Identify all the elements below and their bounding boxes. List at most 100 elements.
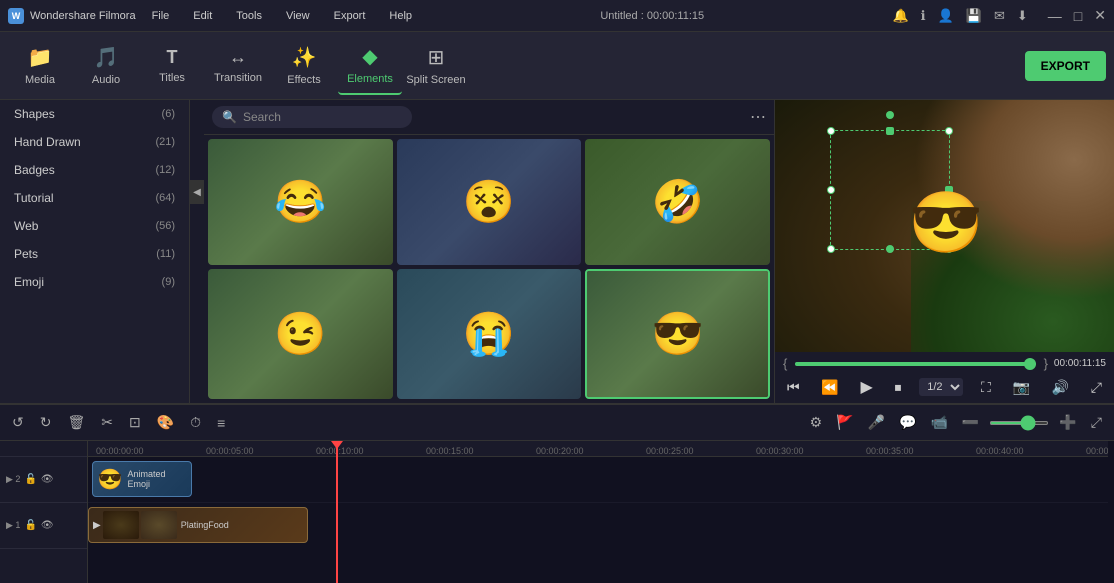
download-icon[interactable]: ⬇ (1017, 8, 1028, 24)
notification-icon[interactable]: 🔔 (892, 8, 908, 24)
menu-file[interactable]: File (152, 10, 170, 22)
sidebar-item-pets[interactable]: Pets (11) (0, 240, 189, 268)
tab-audio[interactable]: 🎵 Audio (74, 37, 138, 95)
play-button[interactable]: ▶ (856, 375, 876, 399)
emoji-1: 😂 (274, 178, 326, 227)
progress-bar[interactable] (795, 362, 1035, 366)
sidebar-item-tutorial[interactable]: Tutorial (64) (0, 184, 189, 212)
tl-mic-button[interactable]: 🎤 (864, 412, 889, 433)
track-v1-content: ▶ PlatingFood (88, 503, 1108, 549)
handle-bl[interactable] (827, 245, 835, 253)
track-v1-lock[interactable]: 🔓 (24, 520, 36, 531)
track-v2-eye[interactable]: 👁 (41, 474, 54, 485)
crop-button[interactable]: ⊡ (125, 412, 145, 433)
media-card-6[interactable]: 😎 Animated Emoji Pack Ele... (585, 269, 770, 399)
sidebar-item-web[interactable]: Web (56) (0, 212, 189, 240)
sidebar-item-shapes[interactable]: Shapes (6) (0, 100, 189, 128)
menu-edit[interactable]: Edit (193, 10, 212, 22)
menu-tools[interactable]: Tools (236, 10, 262, 22)
sidebar-badges-label: Badges (14, 163, 55, 177)
speed-select[interactable]: 1/2 1/1 2x (919, 378, 963, 396)
playhead[interactable] (336, 441, 338, 583)
time-bracket-start[interactable]: { (783, 356, 787, 371)
handle-tm[interactable] (886, 127, 894, 135)
menu-export[interactable]: Export (334, 10, 366, 22)
media-card-5[interactable]: 😭 Animated Emoji Pack Ele... (397, 269, 582, 399)
menu-help[interactable]: Help (389, 10, 412, 22)
close-button[interactable]: ✕ (1094, 7, 1106, 24)
save-icon[interactable]: 💾 (966, 8, 982, 24)
mail-icon[interactable]: ✉ (994, 8, 1005, 24)
time-bracket-end[interactable]: } (1044, 356, 1048, 371)
sidebar-pets-count: (11) (156, 248, 175, 260)
menu-view[interactable]: View (286, 10, 310, 22)
sidebar-item-handdrawn[interactable]: Hand Drawn (21) (0, 128, 189, 156)
tab-transition[interactable]: ↔ Transition (206, 37, 270, 95)
track-v1-eye[interactable]: 👁 (41, 520, 54, 531)
tl-expand-button[interactable]: ⤢ (1087, 412, 1106, 433)
account-icon[interactable]: 👤 (938, 8, 954, 24)
tab-splitscreen[interactable]: ⊞ Split Screen (404, 37, 468, 95)
info-icon[interactable]: ℹ (921, 8, 926, 24)
sidebar-collapse-area: ◀ (190, 100, 204, 403)
sidebar-item-emoji[interactable]: Emoji (9) (0, 268, 189, 296)
media-card-thumb-1: 😂 (208, 139, 393, 265)
timeline-body: ▶ 2 🔓 👁 ▶ 1 🔓 👁 00:00:00:00 00:00:05:00 … (0, 441, 1114, 583)
track-v2-content: 😎 Animated Emoji (88, 457, 1108, 503)
media-card-1[interactable]: 😂 Animated Emoji Pack Ele... (208, 139, 393, 265)
color-button[interactable]: 🎨 (153, 412, 178, 433)
speed-button[interactable]: ⏱ (186, 412, 205, 433)
minimize-button[interactable]: — (1048, 8, 1062, 24)
sidebar-collapse-button[interactable]: ◀ (189, 180, 205, 204)
media-card-4[interactable]: 😉 Animated Emoji Pack Ele... (208, 269, 393, 399)
handle-ml[interactable] (827, 186, 835, 194)
undo-button[interactable]: ↺ (8, 412, 28, 433)
delete-button[interactable]: 🗑 (63, 412, 89, 433)
emoji-clip[interactable]: 😎 Animated Emoji (92, 461, 192, 497)
tab-titles[interactable]: T Titles (140, 37, 204, 95)
tl-video-btn[interactable]: 📹 (926, 412, 951, 433)
rotate-handle[interactable] (886, 111, 894, 119)
zoom-out-button[interactable]: ➖ (958, 412, 983, 433)
handle-tr[interactable] (945, 127, 953, 135)
zoom-in-button[interactable]: ➕ (1055, 412, 1080, 433)
fit-button[interactable]: ⤢ (1087, 377, 1106, 398)
tl-settings-button[interactable]: ⚙ (806, 412, 827, 433)
elements-icon: ◆ (362, 44, 377, 69)
maximize-button[interactable]: □ (1074, 8, 1082, 24)
tl-flag-button[interactable]: 🚩 (832, 412, 857, 433)
media-card-3[interactable]: 🤣 Animated Emoji Pack Ele... (585, 139, 770, 265)
time-ruler: 00:00:00:00 00:00:05:00 00:00:10:00 00:0… (88, 441, 1108, 457)
handle-tl[interactable] (827, 127, 835, 135)
skip-back-button[interactable]: ⏮ (783, 377, 804, 398)
sidebar-item-badges[interactable]: Badges (12) (0, 156, 189, 184)
video-clip[interactable]: ▶ PlatingFood (88, 507, 308, 543)
splitscreen-icon: ⊞ (428, 45, 445, 70)
fullscreen-button[interactable]: ⛶ (977, 377, 995, 398)
cut-button[interactable]: ✂ (97, 412, 117, 433)
search-wrapper: 🔍 (212, 106, 412, 128)
audio-button[interactable]: 🔊 (1048, 377, 1073, 398)
track-v2-lock[interactable]: 🔓 (24, 474, 36, 485)
tl-subtitle-button[interactable]: 💬 (895, 412, 920, 433)
selection-box[interactable]: 😎 (830, 130, 950, 250)
step-back-button[interactable]: ⏪ (817, 377, 842, 398)
emoji-5: 😭 (463, 310, 515, 359)
audio-sync-button[interactable]: ≡ (213, 413, 229, 433)
sidebar-shapes-count: (6) (162, 108, 175, 120)
grid-toggle-button[interactable]: ⋯ (750, 107, 766, 127)
progress-handle[interactable] (1024, 358, 1036, 370)
media-card-thumb-6: 😎 (587, 271, 768, 397)
zoom-slider[interactable] (989, 421, 1049, 425)
tab-effects[interactable]: ✨ Effects (272, 37, 336, 95)
export-button[interactable]: EXPORT (1025, 51, 1106, 81)
tab-media[interactable]: 📁 Media (8, 37, 72, 95)
snapshot-button[interactable]: 📷 (1008, 377, 1033, 398)
stop-button[interactable]: ⏹ (891, 377, 906, 398)
titlebar-left: W Wondershare Filmora File Edit Tools Vi… (8, 8, 412, 24)
redo-button[interactable]: ↻ (36, 412, 56, 433)
tab-elements[interactable]: ◆ Elements (338, 37, 402, 95)
media-card-2[interactable]: 😵 Animated Emoji Pack Ele... (397, 139, 582, 265)
media-card-thumb-4: 😉 (208, 269, 393, 399)
search-input[interactable] (243, 110, 383, 124)
